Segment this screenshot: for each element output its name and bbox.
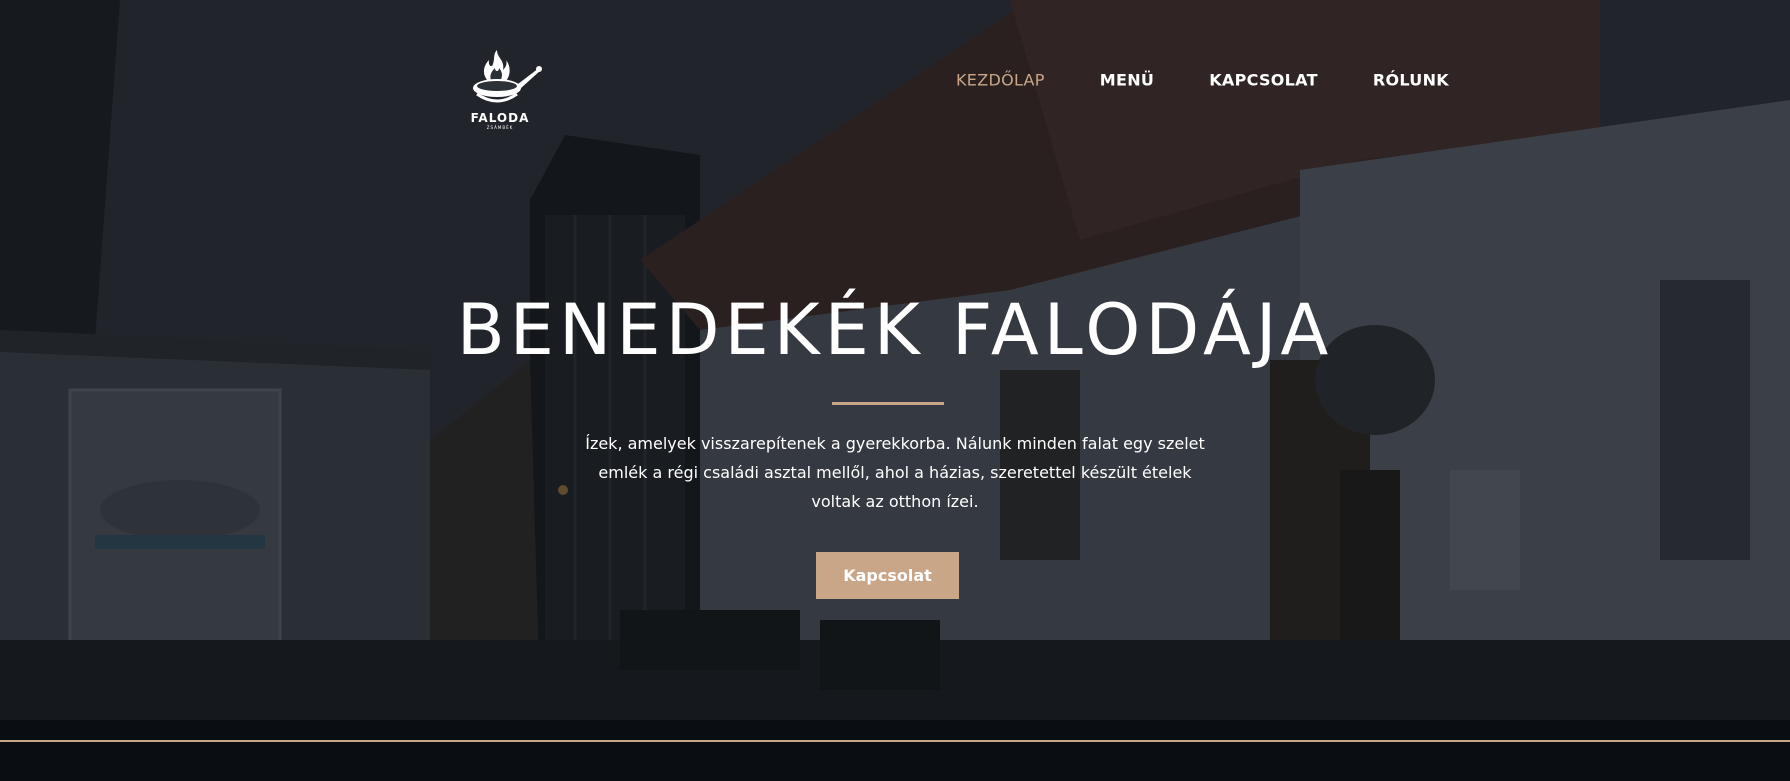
flaming-pan-icon (473, 50, 542, 103)
hero-divider (832, 402, 944, 405)
main-navigation: KEZDŐLAP MENÜ KAPCSOLAT RÓLUNK (956, 71, 1449, 90)
bottom-band (0, 720, 1790, 781)
page: FALODA ZSÁMBÉK KEZDŐLAP MENÜ KAPCSOLAT R… (0, 0, 1790, 781)
logo-subtitle: ZSÁMBÉK (486, 125, 514, 130)
gold-divider-line (0, 740, 1790, 742)
site-logo[interactable]: FALODA ZSÁMBÉK (450, 50, 550, 134)
hero-description: Ízek, amelyek visszarepítenek a gyerekko… (585, 434, 1205, 511)
nav-item-kapcsolat[interactable]: KAPCSOLAT (1209, 71, 1318, 90)
nav-item-kezdolap[interactable]: KEZDŐLAP (956, 71, 1045, 90)
logo-name: FALODA (470, 111, 530, 125)
nav-item-rolunk[interactable]: RÓLUNK (1373, 71, 1449, 90)
hero-title: BENEDEKÉK FALODÁJA (456, 289, 1334, 371)
nav-item-menu[interactable]: MENÜ (1100, 71, 1154, 90)
contact-button[interactable]: Kapcsolat (816, 552, 959, 599)
